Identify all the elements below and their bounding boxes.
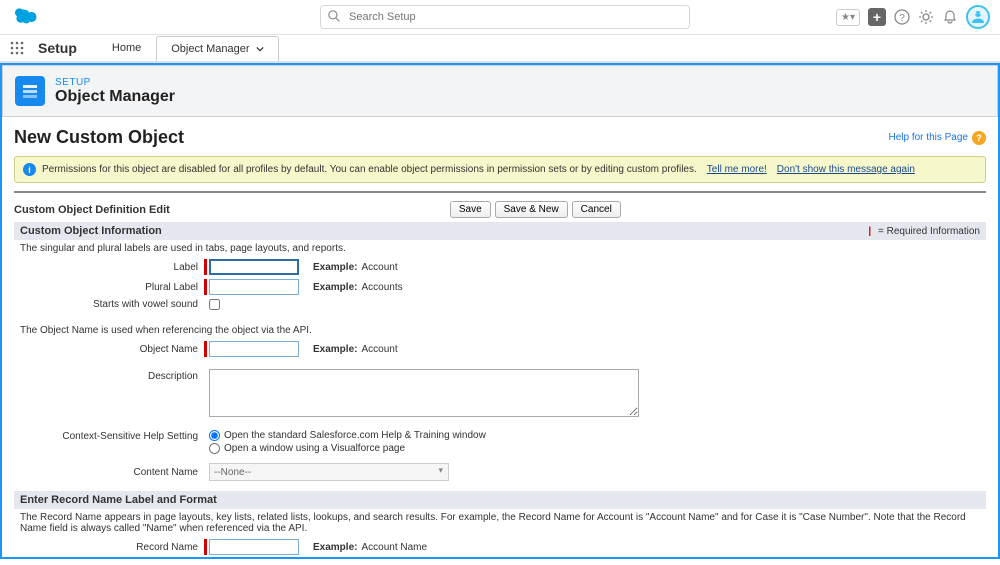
chevron-down-icon (256, 45, 264, 53)
cancel-button[interactable]: Cancel (572, 201, 621, 218)
help-setting-options: Open the standard Salesforce.com Help & … (209, 429, 486, 455)
help-for-page-link[interactable]: Help for this Page ? (889, 131, 987, 145)
label-field-label: Label (14, 262, 204, 273)
record-name-label: Record Name (14, 542, 204, 553)
object-name-field-label: Object Name (14, 344, 204, 355)
plural-input[interactable] (209, 279, 299, 295)
content-name-row: Content Name --None-- (14, 461, 986, 483)
page-title: New Custom Object (14, 127, 184, 148)
tell-me-more-link[interactable]: Tell me more! (707, 164, 767, 175)
vowel-checkbox[interactable] (209, 299, 220, 310)
vowel-field-label: Starts with vowel sound (14, 299, 204, 310)
top-right-icons: ★▾ + ? (836, 5, 990, 29)
info-text: Permissions for this object are disabled… (42, 164, 697, 175)
nav-object-manager[interactable]: Object Manager (156, 36, 278, 61)
required-indicator (204, 539, 207, 555)
required-indicator (204, 341, 207, 357)
record-name-row: Record Name Example: Account Name (14, 537, 986, 557)
plural-field-label: Plural Label (14, 282, 204, 293)
help-link-text: Help for this Page (889, 132, 969, 143)
help-setting-radio-vf[interactable] (209, 443, 220, 454)
salesforce-logo (10, 7, 40, 27)
search-container (320, 5, 690, 29)
blue-frame: SETUP Object Manager New Custom Object H… (0, 63, 1000, 559)
help-setting-radio-standard[interactable] (209, 430, 220, 441)
labels-hint: The singular and plural labels are used … (14, 240, 986, 257)
help-setting-opt2: Open a window using a Visualforce page (224, 443, 405, 454)
description-textarea[interactable] (209, 369, 639, 417)
dont-show-link[interactable]: Don't show this message again (777, 164, 915, 175)
required-indicator (204, 279, 207, 295)
save-new-button[interactable]: Save & New (495, 201, 568, 218)
record-name-input[interactable] (209, 539, 299, 555)
info-icon: i (23, 163, 36, 176)
label-row: Label Example: Account (14, 257, 986, 277)
button-group: Save Save & New Cancel (450, 201, 621, 218)
top-bar: ★▾ + ? (0, 0, 1000, 35)
section-label: Enter Record Name Label and Format (20, 494, 217, 506)
record-name-hint: The Record Name appears in page layouts,… (14, 509, 986, 537)
example-value: Account Name (361, 542, 427, 553)
search-input[interactable] (320, 5, 690, 29)
help-setting-opt1: Open the standard Salesforce.com Help & … (224, 430, 486, 441)
page-header-icon (15, 76, 45, 106)
help-icon[interactable]: ? (894, 9, 910, 25)
nav-bar: Setup Home Object Manager (0, 35, 1000, 63)
title-row: New Custom Object Help for this Page ? (14, 127, 986, 148)
content: New Custom Object Help for this Page ? i… (2, 117, 998, 557)
setup-brand: Setup (38, 40, 77, 56)
example-label: Example: (313, 262, 357, 273)
content-name-select[interactable]: --None-- (209, 463, 449, 481)
description-row: Description (14, 367, 986, 419)
avatar[interactable] (966, 5, 990, 29)
object-name-hint: The Object Name is used when referencing… (14, 322, 986, 339)
example-label: Example: (313, 542, 357, 553)
page-header-title: Object Manager (55, 88, 175, 106)
apps-icon[interactable] (10, 41, 24, 55)
description-field-label: Description (14, 369, 204, 382)
example-value: Account (361, 344, 397, 355)
page-header-text: SETUP Object Manager (55, 77, 175, 106)
nav-object-manager-label: Object Manager (171, 43, 249, 55)
edit-section-bar: Custom Object Definition Edit Save Save … (14, 197, 986, 222)
record-name-section: Enter Record Name Label and Format (14, 491, 986, 509)
save-button[interactable]: Save (450, 201, 491, 218)
object-name-input[interactable] (209, 341, 299, 357)
plural-label-row: Plural Label Example: Accounts (14, 277, 986, 297)
gear-icon[interactable] (918, 9, 934, 25)
page-header: SETUP Object Manager (2, 65, 998, 117)
add-button[interactable]: + (868, 8, 886, 26)
vowel-row: Starts with vowel sound (14, 297, 986, 312)
divider (14, 191, 986, 193)
help-circle-icon: ? (972, 131, 986, 145)
example-label: Example: (313, 282, 357, 293)
edit-section-title: Custom Object Definition Edit (14, 204, 170, 216)
help-setting-row: Context-Sensitive Help Setting Open the … (14, 427, 986, 457)
object-name-row: Object Name Example: Account (14, 339, 986, 359)
breadcrumb: SETUP (55, 77, 175, 88)
nav-home[interactable]: Home (97, 35, 156, 61)
required-note: | = Required Information (868, 226, 980, 237)
example-label: Example: (313, 344, 357, 355)
svg-text:?: ? (899, 13, 905, 24)
help-setting-label: Context-Sensitive Help Setting (14, 429, 204, 442)
bell-icon[interactable] (942, 9, 958, 25)
search-icon (328, 10, 341, 23)
label-input[interactable] (209, 259, 299, 275)
custom-object-info-section: Custom Object Information | = Required I… (14, 222, 986, 240)
permissions-info-box: i Permissions for this object are disabl… (14, 156, 986, 183)
section-label: Custom Object Information (20, 225, 162, 237)
example-value: Account (361, 262, 397, 273)
favorites-button[interactable]: ★▾ (836, 9, 860, 26)
required-indicator (204, 259, 207, 275)
example-value: Accounts (361, 282, 402, 293)
content-name-label: Content Name (14, 467, 204, 478)
